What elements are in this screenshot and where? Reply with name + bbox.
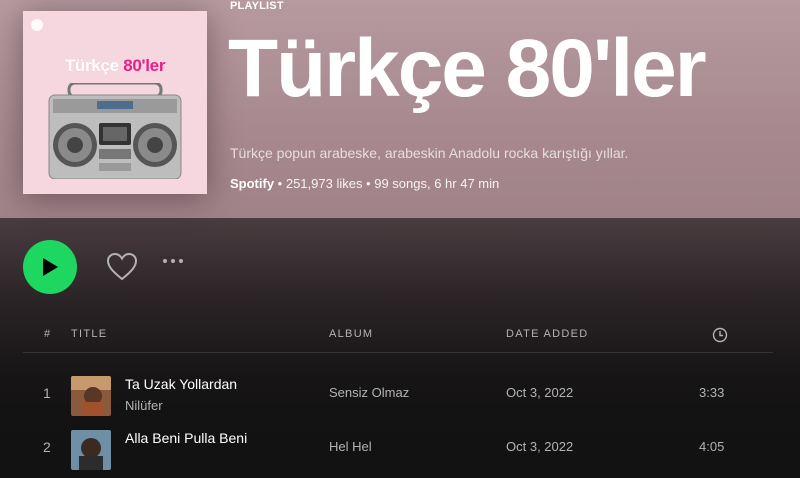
album-art-image (71, 376, 111, 416)
track-list-header: # TITLE ALBUM DATE ADDED (23, 322, 773, 353)
track-row[interactable]: 2 Alla Beni Pulla Beni Hel Hel Oct 3, 20… (23, 422, 773, 478)
column-album[interactable]: ALBUM (329, 328, 373, 340)
column-title[interactable]: TITLE (71, 328, 107, 340)
track-duration: 3:33 (699, 385, 725, 400)
cover-title: Türkçe 80'ler (64, 56, 166, 75)
track-thumbnail (71, 430, 111, 470)
album-art-image (71, 430, 111, 470)
track-number: 2 (43, 439, 51, 455)
owner-link[interactable]: Spotify (230, 176, 274, 191)
track-row[interactable]: 1 Ta Uzak Yollardan Nilüfer Sensiz Olmaz… (23, 368, 773, 424)
track-duration: 4:05 (699, 439, 725, 454)
play-icon (43, 258, 58, 276)
play-button[interactable] (23, 240, 77, 294)
heart-icon[interactable] (106, 252, 138, 282)
more-options-button[interactable] (163, 259, 183, 263)
playlist-stats: • 251,973 likes • 99 songs, 6 hr 47 min (274, 176, 500, 191)
track-date-added: Oct 3, 2022 (506, 385, 574, 400)
track-album[interactable]: Sensiz Olmaz (329, 385, 409, 400)
track-album[interactable]: Hel Hel (329, 439, 372, 454)
track-title[interactable]: Alla Beni Pulla Beni (125, 430, 247, 446)
track-title[interactable]: Ta Uzak Yollardan (125, 376, 237, 392)
playlist-info: Spotify • 251,973 likes • 99 songs, 6 hr… (230, 176, 499, 191)
playlist-type-label: PLAYLIST (230, 0, 284, 12)
playlist-description: Türkçe popun arabeske, arabeskin Anadolu… (230, 145, 629, 161)
column-duration[interactable] (712, 327, 728, 346)
spotify-logo-icon (31, 19, 43, 31)
column-num[interactable]: # (44, 328, 51, 340)
boombox-icon (48, 83, 182, 179)
column-date-added[interactable]: DATE ADDED (506, 328, 588, 340)
more-horizontal-icon (163, 259, 167, 263)
playlist-cover[interactable]: Türkçe 80'ler (23, 11, 207, 194)
page-title: Türkçe 80'ler (228, 23, 707, 114)
track-date-added: Oct 3, 2022 (506, 439, 574, 454)
track-thumbnail (71, 376, 111, 416)
track-artist[interactable]: Nilüfer (125, 398, 163, 413)
track-number: 1 (43, 385, 51, 401)
clock-icon (712, 327, 728, 343)
